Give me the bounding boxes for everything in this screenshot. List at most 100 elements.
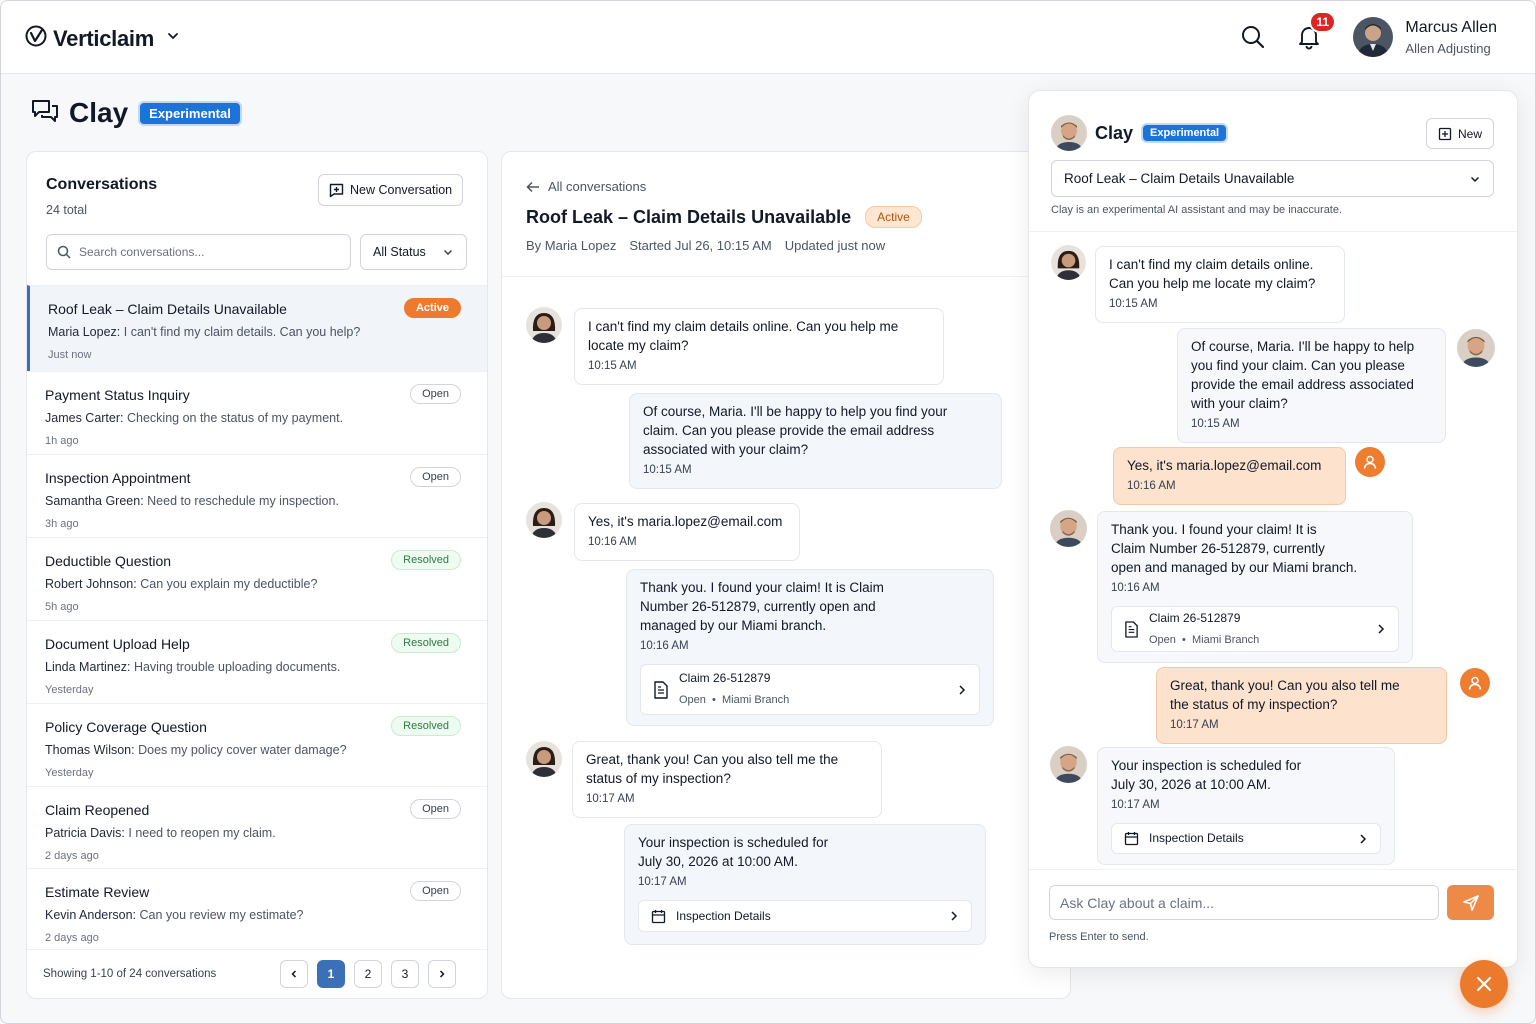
new-chat-button[interactable]: New: [1426, 118, 1495, 149]
conversations-panel: Conversations 24 total New Conversation …: [26, 151, 488, 999]
chevron-right-icon: [951, 911, 958, 921]
ai-disclaimer: Clay is an experimental AI assistant and…: [1051, 204, 1343, 216]
page-button-2[interactable]: 2: [354, 960, 382, 988]
page-header: Clay Experimental: [31, 97, 242, 129]
conversation-preview-text: Can you review my estimate?: [139, 908, 304, 922]
message-text: Number 26-512879, currently open and: [640, 599, 876, 614]
message-text: Of course, Maria. I'll be happy to help …: [643, 404, 948, 419]
message-text: July 30, 2026 at 10:00 AM.: [638, 854, 798, 869]
inspection-details-card[interactable]: Inspection Details: [638, 900, 972, 932]
assistant-message: Thank you. I found your claim! It is Cla…: [1097, 511, 1413, 663]
message-text: Great, thank you! Can you also tell me t…: [586, 752, 839, 767]
close-icon: [1476, 976, 1492, 992]
next-page-button[interactable]: [428, 960, 456, 988]
message-time: 10:16 AM: [588, 536, 637, 548]
brand-switcher[interactable]: Verticlaim: [25, 25, 180, 52]
conversation-item[interactable]: Deductible Question Robert Johnson: Can …: [27, 537, 487, 620]
message-text: provide the email address associated: [1191, 377, 1414, 392]
chevron-left-icon: [291, 970, 297, 978]
conversation-item[interactable]: Policy Coverage Question Thomas Wilson: …: [27, 703, 487, 786]
conversation-author: James Carter:: [45, 411, 124, 425]
message-text: Yes, it's maria.lopez@email.com: [588, 514, 783, 529]
conversation-preview-text: Can you explain my deductible?: [140, 577, 318, 591]
conversation-title: Inspection Appointment: [45, 470, 191, 486]
message-text: Claim Number 26-512879, currently: [1111, 541, 1325, 556]
conversation-preview-text: I can't find my claim details. Can you h…: [123, 325, 361, 339]
claim-card[interactable]: Claim 26-512879 Open • Miami Branch: [1111, 606, 1399, 652]
conversation-item[interactable]: Payment Status Inquiry James Carter: Che…: [27, 371, 487, 454]
customer-avatar: [526, 502, 562, 538]
prev-page-button[interactable]: [280, 960, 308, 988]
close-assistant-button[interactable]: [1460, 960, 1508, 1008]
conversation-title: Policy Coverage Question: [45, 719, 207, 735]
message-text: Of course, Maria. I'll be happy to help: [1191, 339, 1415, 354]
user-avatar[interactable]: [1353, 17, 1394, 57]
message-text: Yes, it's maria.lopez@email.com: [1127, 458, 1322, 473]
plus-square-icon: [329, 183, 344, 197]
customer-message: I can't find my claim details online. Ca…: [574, 308, 944, 385]
message-text: Your inspection is scheduled for: [638, 835, 829, 850]
conversation-item[interactable]: Estimate Review Kevin Anderson: Can you …: [27, 868, 487, 951]
conversation-preview: Patricia Davis: I need to reopen my clai…: [45, 826, 276, 840]
page-button-3[interactable]: 3: [391, 960, 419, 988]
inspection-details-card[interactable]: Inspection Details: [1111, 823, 1381, 854]
status-filter-select[interactable]: All Status: [360, 234, 467, 270]
chat-input-placeholder: Ask Clay about a claim...: [1060, 894, 1215, 911]
customer-avatar: [1051, 245, 1086, 280]
conversation-item[interactable]: Inspection Appointment Samantha Green: N…: [27, 454, 487, 537]
top-bar: Verticlaim 11 Marcus Allen Allen Adjusti…: [1, 1, 1535, 74]
message-text: I can't find my claim details online. Ca…: [588, 319, 899, 334]
conversation-title: Estimate Review: [45, 884, 150, 900]
message-text: open and managed by our Miami branch.: [1111, 560, 1358, 575]
conversation-time: Yesterday: [45, 767, 94, 779]
message-time: 10:16 AM: [1127, 480, 1176, 492]
conversation-preview-text: Need to reschedule my inspection.: [147, 494, 339, 508]
status-badge: Resolved: [391, 716, 461, 736]
conversation-time: 1h ago: [45, 435, 79, 447]
customer-message: I can't find my claim details online. Ca…: [1095, 246, 1345, 323]
new-conversation-button[interactable]: New Conversation: [318, 174, 464, 206]
chevron-down-icon: [166, 29, 180, 48]
conversation-title: Roof Leak – Claim Details Unavailable: [526, 206, 852, 227]
conversation-preview-text: Does my policy cover water damage?: [138, 743, 347, 757]
chat-input[interactable]: Ask Clay about a claim...: [1049, 885, 1439, 920]
message-time: 10:17 AM: [1170, 719, 1219, 731]
send-button[interactable]: [1447, 885, 1494, 920]
conversation-meta: By Maria Lopez Started Jul 26, 10:15 AM …: [526, 238, 885, 253]
conversation-select[interactable]: Roof Leak – Claim Details Unavailable: [1051, 160, 1494, 197]
inspection-details-label: Inspection Details: [1149, 831, 1244, 845]
conversation-select-value: Roof Leak – Claim Details Unavailable: [1064, 171, 1295, 186]
user-name: Marcus Allen: [1405, 18, 1497, 36]
assistant-message: Of course, Maria. I'll be happy to help …: [629, 393, 1002, 489]
search-button[interactable]: [1239, 23, 1267, 51]
notifications-button[interactable]: 11: [1295, 11, 1337, 51]
status-filter-value: All Status: [373, 245, 426, 259]
page-button-1[interactable]: 1: [317, 960, 345, 988]
status-badge: Open: [410, 384, 461, 404]
message-text: associated with your claim?: [643, 442, 809, 457]
status-badge: Open: [410, 881, 461, 901]
plus-square-icon: [1438, 127, 1452, 140]
document-icon: [1125, 620, 1138, 638]
conversation-preview: Maria Lopez: I can't find my claim detai…: [48, 325, 360, 339]
message-text: locate my claim?: [588, 338, 689, 353]
back-to-all-conversations[interactable]: All conversations: [526, 179, 646, 194]
chevron-right-icon: [1360, 833, 1367, 844]
claim-card[interactable]: Claim 26-512879 Open • Miami Branch: [640, 664, 980, 715]
conversation-time: 5h ago: [45, 601, 79, 613]
conversation-preview: Robert Johnson: Can you explain my deduc…: [45, 577, 317, 591]
search-input[interactable]: Search conversations...: [46, 234, 351, 270]
conversation-item[interactable]: Claim Reopened Patricia Davis: I need to…: [27, 786, 487, 869]
conversation-item[interactable]: Roof Leak – Claim Details Unavailable Ma…: [27, 285, 487, 371]
customer-message: Yes, it's maria.lopez@email.com 10:16 AM: [574, 503, 800, 561]
conversation-preview: James Carter: Checking on the status of …: [45, 411, 343, 425]
new-conversation-label: New Conversation: [350, 183, 453, 197]
conversation-time: Yesterday: [45, 684, 94, 696]
conversation-time: 2 days ago: [45, 850, 99, 862]
conversation-item[interactable]: Document Upload Help Linda Martinez: Hav…: [27, 620, 487, 703]
conversations-total: 24 total: [46, 203, 88, 217]
message-time: 10:17 AM: [586, 793, 635, 805]
conversation-preview: Samantha Green: Need to reschedule my in…: [45, 494, 339, 508]
assistant-message: Your inspection is scheduled for July 30…: [1097, 747, 1395, 865]
message-time: 10:15 AM: [588, 360, 637, 372]
